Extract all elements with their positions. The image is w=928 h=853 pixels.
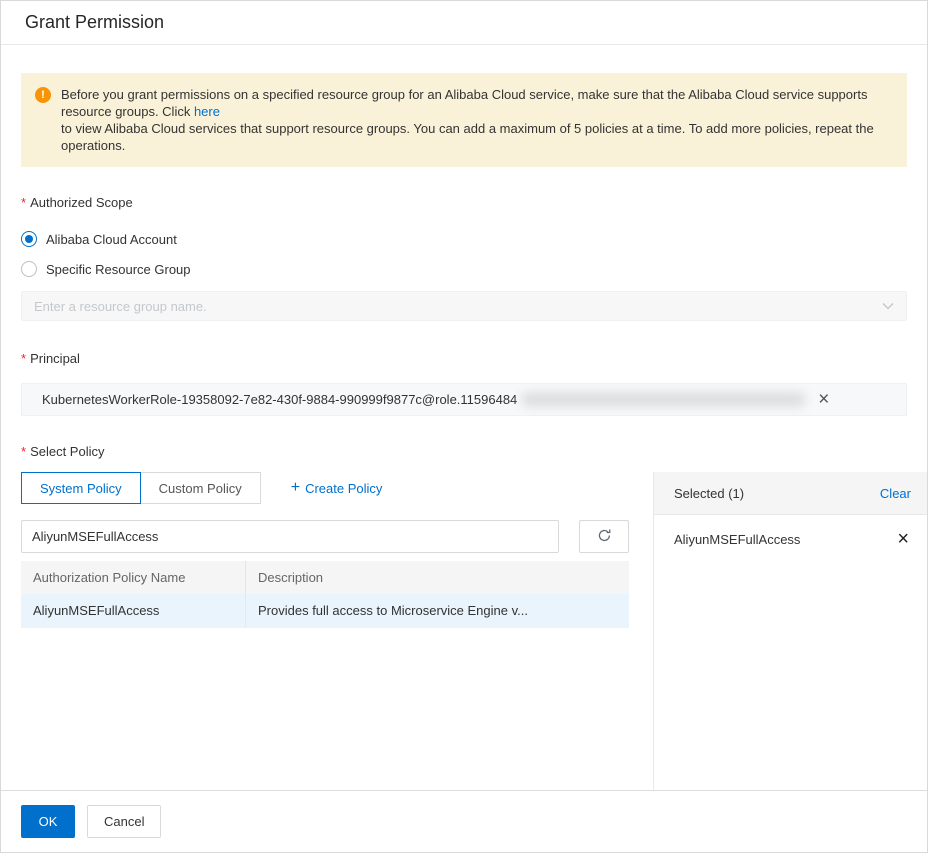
column-header-description: Description bbox=[258, 570, 324, 585]
remove-principal-icon[interactable]: × bbox=[818, 390, 829, 409]
resource-group-placeholder: Enter a resource group name. bbox=[34, 298, 207, 314]
dialog-body: ! Before you grant permissions on a spec… bbox=[1, 45, 927, 790]
create-policy-label: Create Policy bbox=[305, 480, 383, 496]
page-title: Grant Permission bbox=[25, 12, 165, 32]
notice-banner: ! Before you grant permissions on a spec… bbox=[21, 73, 907, 167]
clear-link[interactable]: Clear bbox=[880, 486, 911, 501]
principal-value: KubernetesWorkerRole-19358092-7e82-430f-… bbox=[42, 392, 518, 407]
create-policy-link[interactable]: + Create Policy bbox=[291, 480, 383, 496]
column-header-name: Authorization Policy Name bbox=[21, 561, 246, 594]
required-asterisk: * bbox=[21, 351, 27, 366]
radio-label: Specific Resource Group bbox=[46, 261, 191, 277]
policy-search-row bbox=[21, 520, 629, 553]
policy-name-cell: AliyunMSEFullAccess bbox=[21, 594, 246, 627]
refresh-button[interactable] bbox=[579, 520, 629, 553]
authorized-scope-label: * Authorized Scope bbox=[21, 195, 133, 210]
plus-icon: + bbox=[290, 479, 301, 496]
table-row[interactable]: AliyunMSEFullAccess Provides full access… bbox=[21, 594, 629, 628]
policy-search-input[interactable] bbox=[21, 520, 559, 553]
required-asterisk: * bbox=[21, 444, 27, 459]
selected-panel: Selected (1) Clear AliyunMSEFullAccess × bbox=[653, 472, 927, 790]
select-policy-label: * Select Policy bbox=[21, 444, 105, 459]
radio-icon[interactable] bbox=[21, 231, 37, 247]
chevron-down-icon bbox=[882, 299, 894, 313]
dialog-footer: OK Cancel bbox=[1, 790, 927, 852]
ok-button[interactable]: OK bbox=[21, 805, 75, 838]
selected-panel-header: Selected (1) Clear bbox=[654, 472, 927, 515]
refresh-icon bbox=[597, 528, 612, 546]
policy-description-cell: Provides full access to Microservice Eng… bbox=[258, 603, 528, 618]
radio-icon[interactable] bbox=[21, 261, 37, 277]
radio-specific-resource-group[interactable]: Specific Resource Group bbox=[21, 261, 907, 277]
required-asterisk: * bbox=[21, 195, 27, 210]
dialog-header: Grant Permission bbox=[1, 1, 927, 45]
notice-text-before-link: Before you grant permissions on a specif… bbox=[61, 87, 868, 119]
principal-label: * Principal bbox=[21, 351, 80, 366]
policy-section: System Policy Custom Policy + Create Pol… bbox=[21, 472, 927, 790]
here-link[interactable]: here bbox=[194, 104, 220, 119]
remove-selected-policy-icon[interactable]: × bbox=[897, 529, 909, 549]
principal-field[interactable]: KubernetesWorkerRole-19358092-7e82-430f-… bbox=[21, 383, 907, 416]
list-item: AliyunMSEFullAccess × bbox=[654, 517, 927, 561]
tab-custom-policy[interactable]: Custom Policy bbox=[139, 472, 261, 504]
cancel-button[interactable]: Cancel bbox=[87, 805, 162, 838]
tab-system-policy[interactable]: System Policy bbox=[21, 472, 141, 504]
policy-table: Authorization Policy Name Description Al… bbox=[21, 561, 629, 628]
radio-alibaba-cloud-account[interactable]: Alibaba Cloud Account bbox=[21, 231, 907, 247]
selected-panel-body: AliyunMSEFullAccess × bbox=[654, 515, 927, 790]
radio-label: Alibaba Cloud Account bbox=[46, 231, 177, 247]
grant-permission-dialog: Grant Permission ! Before you grant perm… bbox=[0, 0, 928, 853]
policy-tabs: System Policy Custom Policy + Create Pol… bbox=[21, 472, 629, 504]
warning-icon: ! bbox=[35, 87, 51, 103]
notice-text-after-link: to view Alibaba Cloud services that supp… bbox=[61, 121, 874, 153]
resource-group-select[interactable]: Enter a resource group name. bbox=[21, 291, 907, 321]
table-header-row: Authorization Policy Name Description bbox=[21, 561, 629, 594]
policy-picker: System Policy Custom Policy + Create Pol… bbox=[21, 472, 629, 790]
selected-policy-label: AliyunMSEFullAccess bbox=[674, 531, 801, 547]
redacted-blur bbox=[521, 392, 807, 407]
selected-count-label: Selected (1) bbox=[674, 485, 745, 501]
